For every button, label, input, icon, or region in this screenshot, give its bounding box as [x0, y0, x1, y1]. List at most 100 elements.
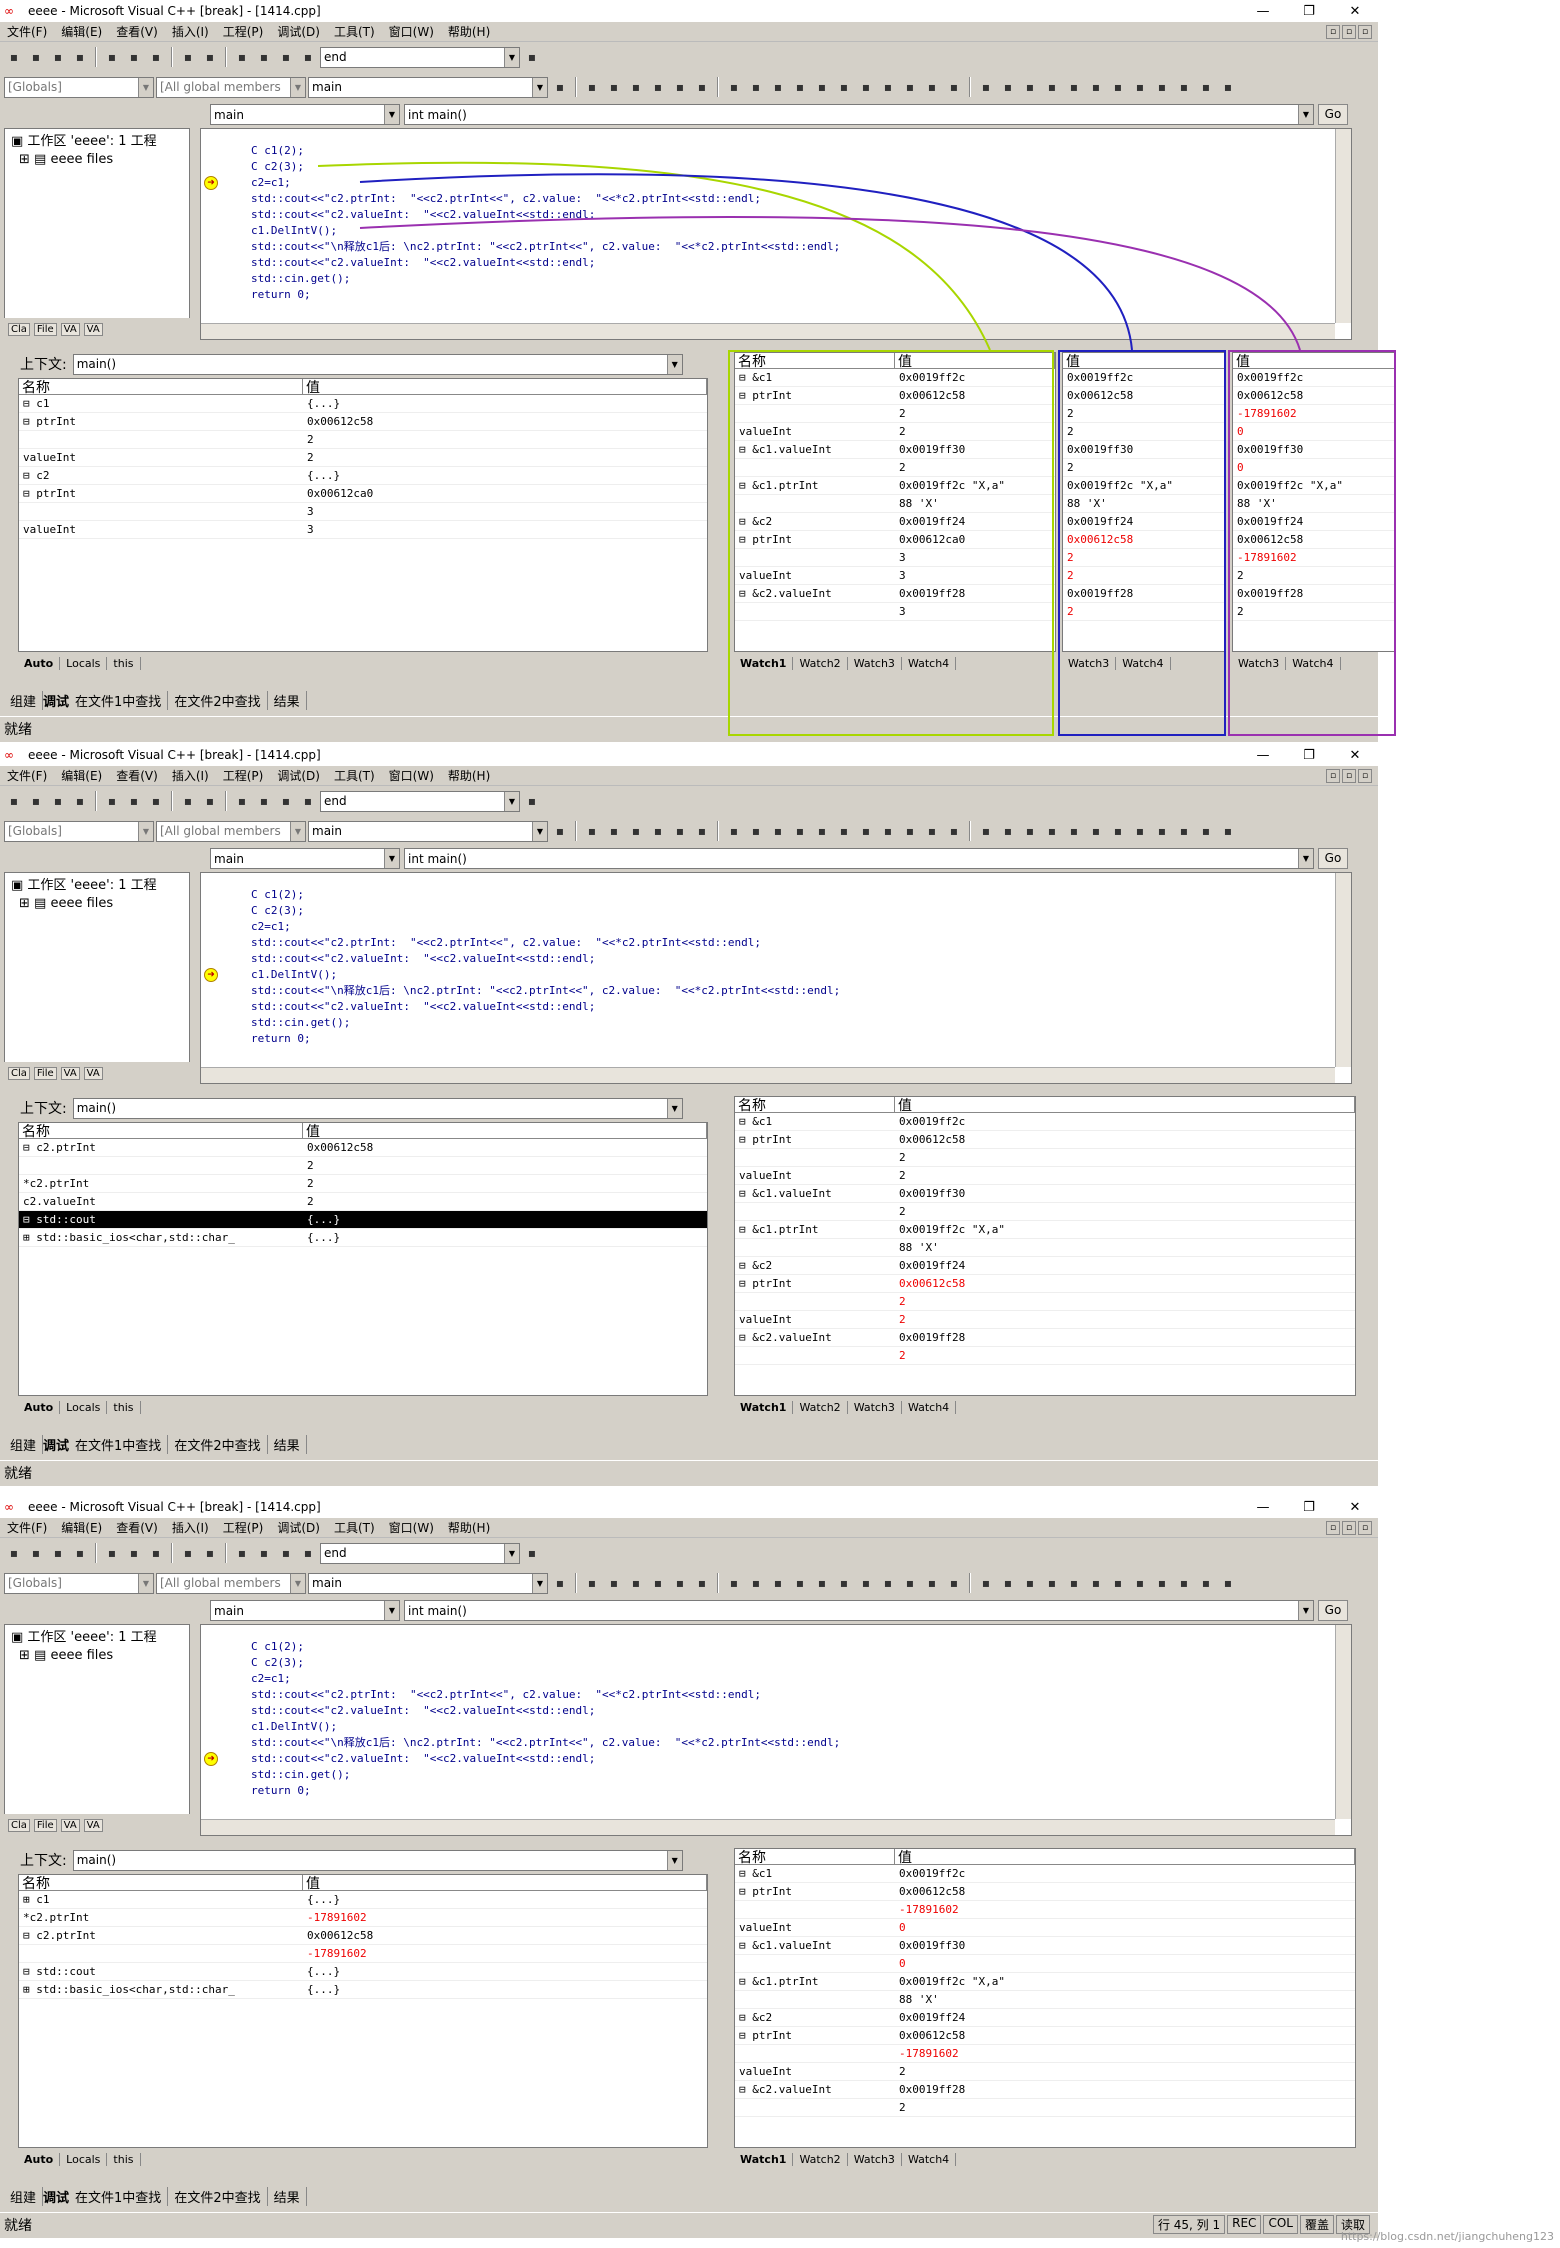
chevron-down-icon[interactable]: ▼: [504, 47, 519, 67]
watch-row[interactable]: 2: [735, 2099, 1355, 2117]
insert-breakpoint-icon[interactable]: ▪: [692, 1573, 712, 1593]
name-column-header[interactable]: 名称: [735, 1097, 895, 1113]
quickwatch-icon[interactable]: ▪: [812, 1573, 832, 1593]
variable-row[interactable]: ⊞ std::basic_ios<char,std::char_ {...}: [19, 1981, 707, 1999]
code-line[interactable]: C c1(2);: [251, 887, 840, 903]
back-icon[interactable]: ▪: [1174, 821, 1194, 841]
save-icon[interactable]: ▪: [48, 47, 68, 67]
code-line[interactable]: return 0;: [251, 287, 840, 303]
globals-combo[interactable]: [Globals] ▼: [4, 820, 154, 842]
menu-item[interactable]: 工程(P): [216, 23, 271, 40]
menu-item[interactable]: 调试(D): [270, 23, 327, 40]
save-all-icon[interactable]: ▪: [70, 791, 90, 811]
go-button[interactable]: Go: [1318, 104, 1348, 125]
watch-row[interactable]: -17891602: [735, 1901, 1355, 1919]
stop-build-icon[interactable]: ▪: [626, 77, 646, 97]
workspace-root-item[interactable]: ▣ 工作区 'eeee': 1 工程: [11, 1629, 183, 1647]
variable-row[interactable]: ⊟ ptrInt 0x00612ca0: [19, 485, 707, 503]
output-toggle-icon[interactable]: ▪: [254, 791, 274, 811]
project-files-item[interactable]: ⊞ ▤ eeee files: [11, 1647, 183, 1665]
open-icon[interactable]: ▪: [26, 47, 46, 67]
members-combo[interactable]: [All global members ▼: [156, 76, 306, 98]
chevron-down-icon[interactable]: ▼: [384, 105, 399, 124]
workspace-toggle-icon[interactable]: ▪: [232, 1543, 252, 1563]
variable-row[interactable]: ⊟ std::cout {...}: [19, 1963, 707, 1981]
windows-icon[interactable]: ▪: [276, 47, 296, 67]
watch-row[interactable]: 88 'X': [735, 1991, 1355, 2009]
code-line[interactable]: C c2(3);: [251, 1655, 840, 1671]
watch-row[interactable]: ⊟ &c2.valueInt 0x0019ff28: [735, 1329, 1355, 1347]
workspace-tab[interactable]: File: [33, 1818, 57, 1832]
paste-icon[interactable]: ▪: [146, 791, 166, 811]
step-out-icon[interactable]: ▪: [768, 821, 788, 841]
menu-item[interactable]: 插入(I): [165, 767, 216, 784]
watch-window-icon[interactable]: ▪: [834, 1573, 854, 1593]
find-in-files-icon[interactable]: ▪: [298, 47, 318, 67]
menu-item[interactable]: 插入(I): [165, 23, 216, 40]
wizard-action-icon[interactable]: ▪: [550, 77, 570, 97]
watch-row[interactable]: ⊟ &c2 0x0019ff24: [735, 2009, 1355, 2027]
chevron-down-icon[interactable]: ▼: [138, 1573, 153, 1593]
context-combo[interactable]: main() ▼: [72, 1097, 683, 1119]
value-column-header[interactable]: 值: [303, 379, 707, 395]
scope-combo[interactable]: main ▼: [210, 104, 400, 125]
chevron-down-icon[interactable]: ▼: [532, 821, 547, 841]
code-line[interactable]: std::cout<<"c2.valueInt: "<<c2.valueInt<…: [251, 207, 840, 223]
forward-icon[interactable]: ▪: [1196, 1573, 1216, 1593]
step-over-icon[interactable]: ▪: [746, 1573, 766, 1593]
menu-item[interactable]: 窗口(W): [382, 23, 441, 40]
watch-tab[interactable]: Watch1: [734, 2152, 794, 2166]
editor-horizontal-scrollbar[interactable]: [201, 1067, 1335, 1083]
new-class-icon[interactable]: ▪: [1130, 1573, 1150, 1593]
step-into-icon[interactable]: ▪: [724, 1573, 744, 1593]
code-line[interactable]: c2=c1;: [251, 919, 840, 935]
code-line[interactable]: std::cout<<"\n释放c1后: \nc2.ptrInt: "<<c2.…: [251, 983, 840, 999]
chevron-down-icon[interactable]: ▼: [1298, 105, 1313, 124]
watch-row[interactable]: valueInt 2: [735, 1311, 1355, 1329]
resource-icon[interactable]: ▪: [1108, 77, 1128, 97]
menu-item[interactable]: 查看(V): [109, 1519, 165, 1536]
chevron-down-icon[interactable]: ▼: [1298, 1601, 1313, 1620]
minimize-button[interactable]: —: [1240, 748, 1286, 763]
code-line[interactable]: c1.DelIntV();: [251, 1719, 840, 1735]
copy-icon[interactable]: ▪: [124, 47, 144, 67]
code-line[interactable]: C c2(3);: [251, 159, 840, 175]
menu-item[interactable]: 文件(F): [0, 23, 54, 40]
variables-tab[interactable]: Locals: [60, 656, 108, 670]
output-tab[interactable]: 调试: [43, 691, 69, 710]
registers-icon[interactable]: ▪: [878, 1573, 898, 1593]
variables-window-icon[interactable]: ▪: [856, 821, 876, 841]
variable-row[interactable]: ⊟ c2.ptrInt 0x00612c58: [19, 1139, 707, 1157]
output-tab[interactable]: 组建: [4, 690, 44, 710]
code-line[interactable]: std::cin.get();: [251, 271, 840, 287]
apply-changes-icon[interactable]: ▪: [1042, 1573, 1062, 1593]
break-icon[interactable]: ▪: [1020, 821, 1040, 841]
function-list-combo[interactable]: int main() ▼: [404, 104, 1314, 125]
menu-item[interactable]: 工程(P): [216, 767, 271, 784]
step-into-icon[interactable]: ▪: [724, 77, 744, 97]
code-line[interactable]: C c1(2);: [251, 143, 840, 159]
output-tab[interactable]: 结果: [268, 690, 307, 710]
value-column-header[interactable]: 值: [895, 1097, 1355, 1113]
watch-row[interactable]: ⊟ ptrInt 0x00612c58: [735, 1883, 1355, 1901]
workspace-tab[interactable]: File: [33, 1066, 57, 1080]
windows-icon[interactable]: ▪: [276, 791, 296, 811]
compile-icon[interactable]: ▪: [582, 1573, 602, 1593]
workspace-tab[interactable]: Cla: [8, 1066, 30, 1080]
find-combo[interactable]: end ▼: [320, 46, 520, 68]
variables-tab[interactable]: Auto: [18, 1400, 61, 1414]
workspace-tab[interactable]: File: [33, 322, 57, 336]
mdi-restore-button[interactable]: ▫: [1342, 24, 1356, 39]
workspace-toggle-icon[interactable]: ▪: [232, 47, 252, 67]
close-button[interactable]: ✕: [1332, 748, 1378, 763]
code-line[interactable]: c2=c1;: [251, 1671, 840, 1687]
minimize-button[interactable]: —: [1240, 4, 1286, 19]
chevron-down-icon[interactable]: ▼: [666, 1098, 682, 1118]
menu-item[interactable]: 工具(T): [327, 1519, 382, 1536]
output-toggle-icon[interactable]: ▪: [254, 1543, 274, 1563]
paste-icon[interactable]: ▪: [146, 47, 166, 67]
variable-row[interactable]: -17891602: [19, 1945, 707, 1963]
variable-row[interactable]: ⊞ std::basic_ios<char,std::char_ {...}: [19, 1229, 707, 1247]
watch-row[interactable]: valueInt 2: [735, 2063, 1355, 2081]
watch-row[interactable]: ⊟ &c1.ptrInt 0x0019ff2c "X,a": [735, 1221, 1355, 1239]
